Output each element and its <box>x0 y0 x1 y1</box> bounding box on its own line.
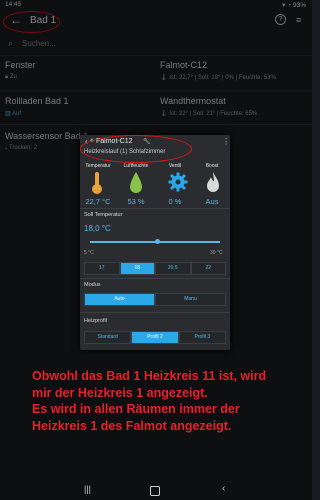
divider <box>80 278 230 279</box>
modus-manu[interactable]: Manu <box>155 293 226 306</box>
back-nav-icon[interactable]: ‹ <box>222 483 225 494</box>
value-temperatur: 22,7 °C <box>85 197 111 206</box>
annotation-circle-dialog <box>80 135 192 163</box>
temp-presets: 17 18 20.5 22 <box>84 262 226 275</box>
profile-2[interactable]: Profil 2 <box>131 331 179 344</box>
col-label-boost: Boost <box>205 163 219 169</box>
slider-max: 30 °C <box>210 250 223 256</box>
col-label-ventil: Ventil <box>168 163 182 169</box>
divider <box>80 208 230 209</box>
heizprofil-label: Heizprofil <box>84 318 107 324</box>
annotation-note: Obwohl das Bad 1 Heizkreis 11 ist, wird … <box>32 368 302 434</box>
temp-preset[interactable]: 17 <box>84 262 120 275</box>
more-vert-icon[interactable]: ⋮ <box>222 137 230 146</box>
recent-apps-icon[interactable]: ||| <box>84 484 91 494</box>
slider-thumb[interactable] <box>155 239 161 244</box>
value-ventil: 0 % <box>168 197 182 206</box>
temp-preset[interactable]: 20.5 <box>155 262 191 275</box>
col-label-temperatur: Temperatur <box>85 163 111 169</box>
modus-toggle: Auto Manu <box>84 293 226 306</box>
thermometer-icon <box>92 172 102 194</box>
modus-label: Modus <box>84 282 101 288</box>
profile-3[interactable]: Profil 3 <box>178 331 226 344</box>
value-boost[interactable]: Aus <box>194 197 230 206</box>
modus-auto[interactable]: Auto <box>84 293 155 306</box>
soll-label: Soll Temperatur <box>84 212 123 218</box>
gear-icon <box>168 172 188 192</box>
slider-min: 5 °C <box>84 250 94 256</box>
col-label-luftfeuchte: Luftfeuchte <box>123 163 149 169</box>
note-line: Obwohl das Bad 1 Heizkreis 11 ist, wird <box>32 369 267 383</box>
divider <box>80 312 230 313</box>
temp-preset[interactable]: 18 <box>119 262 155 275</box>
profile-standard[interactable]: Standard <box>84 331 132 344</box>
temp-preset[interactable]: 22 <box>190 262 226 275</box>
nav-bar: ||| ‹ <box>0 482 312 500</box>
soll-slider[interactable] <box>90 239 220 244</box>
droplet-icon <box>130 172 142 193</box>
soll-value: 18,0 °C <box>84 224 111 233</box>
heizprofil-toggle: Standard Profil 2 Profil 3 <box>84 331 226 344</box>
home-icon[interactable] <box>150 486 160 496</box>
device-dialog: ‹ ♣ Falmot-C12 🔧︎ ⋮ Heizkreislauf (1) Sc… <box>80 135 230 350</box>
note-line: Heizkreis 1 des Falmot angezeigt. <box>32 418 232 433</box>
note-line: mir der Heizkreis 1 angezeigt. <box>32 385 208 400</box>
value-luftfeuchte: 53 % <box>127 197 145 206</box>
flame-icon[interactable] <box>206 171 220 195</box>
note-line: Es wird in allen Räumen immer der <box>32 402 240 416</box>
